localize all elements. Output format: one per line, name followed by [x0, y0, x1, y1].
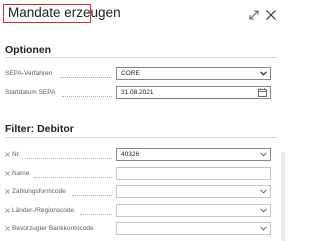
section-divider [5, 137, 277, 138]
filter-zahlungsformcode-label: Zahlungsformcode [12, 188, 66, 195]
filter-nr-value: 40326 [121, 151, 140, 158]
leader-dots [34, 176, 112, 178]
chevron-down-icon[interactable] [260, 71, 267, 76]
filter-laender-regionscode-input[interactable] [116, 204, 271, 217]
sepa-verfahren-select[interactable]: CORE [116, 67, 271, 80]
remove-filter-icon[interactable] [5, 189, 10, 194]
chevron-down-icon[interactable] [260, 226, 267, 231]
filter-zahlungsformcode-input[interactable] [116, 185, 271, 198]
filter-laender-regionscode-label: Länder-/Regionscode [12, 207, 75, 214]
chevron-down-icon[interactable] [260, 208, 267, 213]
leader-dots [72, 194, 112, 196]
filter-name-label: Name [12, 170, 30, 177]
calendar-icon[interactable] [258, 88, 267, 97]
sepa-verfahren-value: CORE [121, 70, 140, 77]
expand-icon[interactable] [248, 9, 260, 21]
startdatum-sepa-label: Startdatum SEPA [5, 89, 56, 96]
filter-nr-label: Nr. [12, 151, 21, 158]
close-icon[interactable] [265, 9, 277, 21]
sepa-verfahren-label: SEPA-Verfahren [5, 70, 53, 77]
filter-bevorzugter-bankkontocode-label: Bevorzugter Bankkontocode [12, 225, 94, 232]
remove-filter-icon[interactable] [5, 208, 10, 213]
section-divider [5, 57, 277, 58]
startdatum-sepa-value: 31.08.2021 [121, 89, 154, 96]
leader-dots [62, 95, 112, 97]
leader-dots [25, 157, 112, 159]
chevron-down-icon[interactable] [260, 152, 267, 157]
section-title-filter-debitor: Filter: Debitor [5, 123, 74, 135]
leader-dots [80, 213, 112, 215]
section-title-optionen: Optionen [5, 44, 52, 56]
filter-nr-input[interactable]: 40326 [116, 148, 271, 161]
dialog-title: Mandate erzeugen [8, 5, 121, 20]
leader-dots [60, 76, 112, 78]
startdatum-sepa-input[interactable]: 31.08.2021 [116, 86, 271, 99]
remove-filter-icon[interactable] [5, 171, 10, 176]
filter-bevorzugter-bankkontocode-input[interactable] [116, 222, 271, 235]
remove-filter-icon[interactable] [5, 226, 10, 231]
scrollbar[interactable] [281, 152, 285, 241]
filter-name-input[interactable] [116, 167, 271, 180]
remove-filter-icon[interactable] [5, 152, 10, 157]
chevron-down-icon[interactable] [260, 189, 267, 194]
